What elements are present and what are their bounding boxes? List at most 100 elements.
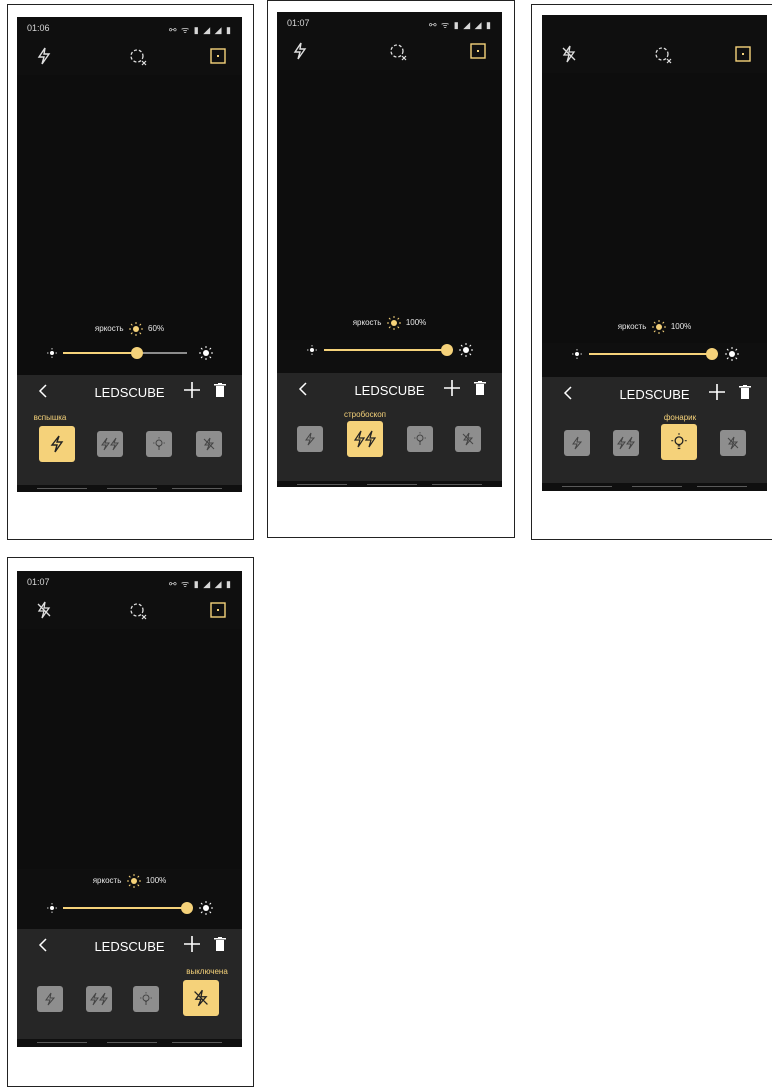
brightness-value: 60% — [148, 324, 165, 334]
nav-line — [432, 484, 482, 485]
nav-line — [297, 484, 347, 485]
device-title: LEDSCUBE — [619, 387, 690, 402]
brightness-low-icon — [47, 348, 57, 358]
system-nav-bar — [17, 1039, 242, 1047]
panel-header: LEDSCUBE — [17, 929, 242, 961]
nav-line — [37, 488, 87, 489]
flash-off-icon — [462, 432, 474, 446]
camera-toolbar — [17, 41, 242, 71]
aspect-ratio-icon[interactable] — [467, 40, 489, 62]
nav-line — [632, 486, 682, 487]
brightness-readout: яркость 60% — [17, 322, 242, 336]
status-icons: ⚯ ᯤ ▮ ◢ ◢ ▮ — [428, 20, 492, 30]
slider-thumb[interactable] — [706, 348, 718, 360]
mode-strobe-button[interactable] — [613, 430, 639, 456]
camera-toolbar — [277, 36, 502, 66]
add-icon[interactable] — [707, 382, 727, 402]
status-bar: 01:07 ⚯ ᯤ ▮ ◢ ◢ ▮ — [17, 571, 242, 593]
timer-off-icon[interactable] — [127, 599, 149, 621]
slider-fill — [63, 907, 187, 909]
mode-flash-button[interactable] — [297, 426, 323, 452]
nav-line — [562, 486, 612, 487]
brightness-readout: яркость 100% — [17, 874, 242, 888]
brightness-label: яркость — [94, 324, 124, 334]
brightness-slider[interactable] — [324, 342, 453, 358]
brightness-label: яркость — [617, 322, 647, 332]
flash-icon — [45, 992, 56, 1006]
aspect-ratio-icon[interactable] — [207, 45, 229, 67]
camera-toolbar — [17, 595, 242, 625]
timer-off-icon[interactable] — [652, 43, 674, 65]
flash-off-icon[interactable] — [558, 43, 580, 65]
mode-flash-button[interactable] — [564, 430, 590, 456]
panel-header: LEDSCUBE — [277, 373, 502, 405]
mode-off-button[interactable] — [196, 431, 222, 457]
add-icon[interactable] — [182, 934, 202, 954]
nav-line — [107, 488, 157, 489]
mode-panel: LEDSCUBE фонарик — [542, 377, 767, 485]
system-nav-bar — [542, 483, 767, 491]
brightness-slider[interactable] — [63, 345, 187, 361]
nav-line — [697, 486, 747, 487]
mode-torch-button[interactable] — [661, 424, 697, 460]
nav-line — [172, 488, 222, 489]
flash-off-icon[interactable] — [33, 599, 55, 621]
brightness-label: яркость — [352, 318, 382, 328]
mode-flash-button[interactable] — [37, 986, 63, 1012]
aspect-ratio-icon[interactable] — [207, 599, 229, 621]
camera-viewfinder[interactable] — [17, 629, 242, 869]
brightness-readout: яркость 100% — [542, 320, 767, 334]
trash-icon[interactable] — [214, 937, 226, 951]
trash-icon[interactable] — [474, 381, 486, 395]
flash-icon — [572, 436, 583, 450]
slider-thumb[interactable] — [131, 347, 143, 359]
mode-strobe-button[interactable] — [347, 421, 383, 457]
flash-auto-icon[interactable] — [33, 45, 55, 67]
timer-off-icon[interactable] — [387, 40, 409, 62]
system-nav-bar — [17, 485, 242, 492]
status-bar — [542, 15, 767, 37]
brightness-value: 100% — [670, 322, 692, 332]
mode-flash-button[interactable] — [39, 426, 75, 462]
mode-strobe-button[interactable] — [86, 986, 112, 1012]
sun-icon — [128, 322, 143, 336]
sun-icon — [651, 320, 666, 334]
flash-icon — [50, 435, 64, 453]
mode-panel: LEDSCUBE стробоскоп — [277, 373, 502, 481]
camera-viewfinder[interactable] — [277, 70, 502, 340]
brightness-high-icon — [199, 901, 213, 915]
slider-thumb[interactable] — [441, 344, 453, 356]
flash-off-icon — [203, 437, 215, 451]
flash-auto-icon[interactable] — [289, 40, 311, 62]
nav-line — [107, 1042, 157, 1043]
phone-screen-2: 01:07 ⚯ ᯤ ▮ ◢ ◢ ▮ яркость 100% LEDSCUBE … — [277, 12, 502, 487]
add-icon[interactable] — [182, 380, 202, 400]
mode-torch-button[interactable] — [146, 431, 172, 457]
selected-mode-label: фонарик — [663, 413, 697, 422]
trash-icon[interactable] — [214, 383, 226, 397]
mode-off-button[interactable] — [720, 430, 746, 456]
slider-fill — [589, 353, 712, 355]
slider-fill — [63, 352, 137, 354]
trash-icon[interactable] — [739, 385, 751, 399]
mode-panel: LEDSCUBE выключена — [17, 929, 242, 1039]
bulb-icon — [153, 437, 165, 450]
panel-header: LEDSCUBE — [542, 377, 767, 409]
selected-mode-label: выключена — [186, 967, 228, 976]
mode-off-button[interactable] — [455, 426, 481, 452]
slider-thumb[interactable] — [181, 902, 193, 914]
aspect-ratio-icon[interactable] — [732, 43, 754, 65]
mode-torch-button[interactable] — [407, 426, 433, 452]
camera-viewfinder[interactable] — [542, 73, 767, 343]
status-icons: ⚯ ᯤ ▮ ◢ ◢ ▮ — [168, 579, 232, 589]
add-icon[interactable] — [442, 378, 462, 398]
mode-torch-button[interactable] — [133, 986, 159, 1012]
brightness-slider[interactable] — [589, 346, 718, 362]
brightness-low-icon — [307, 345, 317, 355]
mode-off-button[interactable] — [183, 980, 219, 1016]
timer-off-icon[interactable] — [127, 45, 149, 67]
brightness-slider[interactable] — [63, 900, 193, 916]
brightness-high-icon — [199, 346, 213, 360]
status-bar: 01:06 ⚯ ᯤ ▮ ◢ ◢ ▮ — [17, 17, 242, 39]
mode-strobe-button[interactable] — [97, 431, 123, 457]
